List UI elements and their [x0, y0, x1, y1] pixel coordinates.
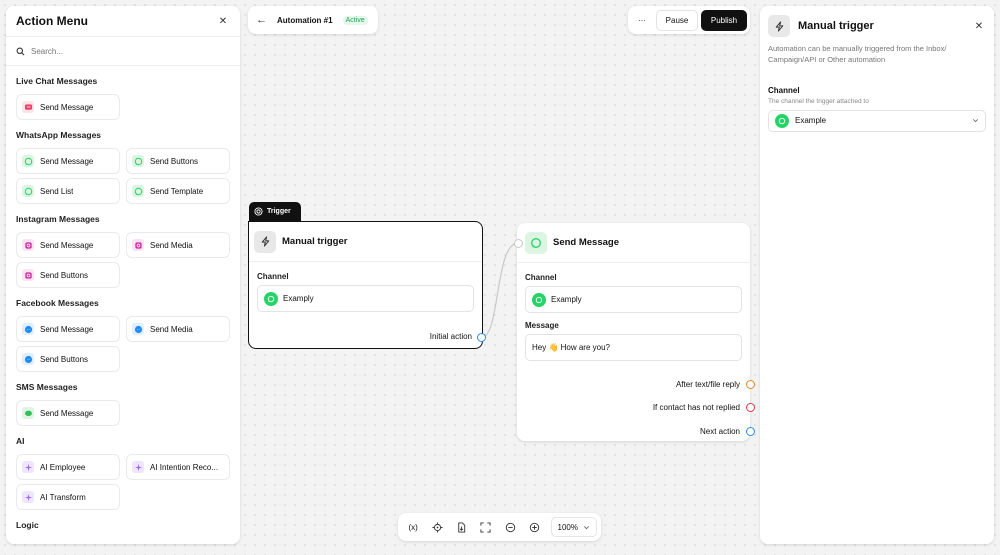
- variable-icon[interactable]: (x): [402, 517, 424, 537]
- trigger-tab: Trigger: [249, 202, 301, 221]
- channel-select-value: Example: [795, 116, 827, 126]
- fit-view-icon[interactable]: [475, 517, 497, 537]
- output-next-action-label: Next action: [699, 427, 740, 436]
- message-field[interactable]: Hey 👋 How are you?: [525, 334, 742, 361]
- initial-action-label: Initial action: [429, 332, 472, 341]
- properties-panel: Manual trigger ✕ Automation can be manua…: [760, 6, 994, 544]
- target-icon: [254, 207, 263, 216]
- send-node-header: Send Message: [517, 223, 750, 263]
- next-action-handle[interactable]: [746, 427, 755, 436]
- zoom-select[interactable]: 100%: [550, 517, 597, 537]
- trigger-tab-label: Trigger: [267, 208, 291, 215]
- export-icon[interactable]: [451, 517, 473, 537]
- properties-header: Manual trigger ✕: [768, 10, 986, 42]
- channel-label: Channel: [768, 85, 800, 95]
- chevron-down-icon: [583, 525, 589, 529]
- not-replied-handle[interactable]: [746, 403, 755, 412]
- trigger-node-header: Manual trigger: [249, 222, 482, 262]
- lightning-icon: [768, 15, 790, 37]
- after-reply-handle[interactable]: [746, 380, 755, 389]
- channel-field[interactable]: Examply: [525, 286, 742, 313]
- canvas-toolbar: (x) 100%: [398, 513, 601, 541]
- channel-label: Channel: [525, 273, 557, 282]
- channel-select[interactable]: Example: [768, 109, 986, 132]
- locate-icon[interactable]: [426, 517, 448, 537]
- message-value: Hey 👋 How are you?: [532, 343, 610, 352]
- trigger-node-title: Manual trigger: [282, 236, 348, 247]
- whatsapp-icon: [264, 291, 278, 306]
- output-not-replied-label: If contact has not replied: [652, 403, 740, 412]
- whatsapp-icon: [532, 292, 546, 307]
- zoom-value: 100%: [557, 522, 578, 532]
- output-after-reply-label: After text/file reply: [675, 380, 740, 389]
- trigger-node[interactable]: Manual trigger Channel Examply Initial a…: [248, 221, 483, 349]
- initial-action-handle[interactable]: [477, 333, 486, 342]
- zoom-in-icon[interactable]: [523, 517, 545, 537]
- properties-title: Manual trigger: [798, 20, 874, 32]
- send-message-node[interactable]: Send Message Channel Examply Message Hey…: [517, 223, 750, 441]
- channel-help-text: The channel the trigger attached to: [768, 97, 869, 105]
- chevron-down-icon: [973, 119, 978, 123]
- channel-value: Examply: [551, 295, 582, 304]
- channel-field[interactable]: Examply: [257, 285, 474, 312]
- whatsapp-icon: [525, 231, 547, 254]
- channel-value: Examply: [283, 294, 314, 303]
- close-icon[interactable]: ✕: [972, 19, 986, 33]
- lightning-icon: [254, 230, 276, 253]
- zoom-out-icon[interactable]: [499, 517, 521, 537]
- send-node-input-handle[interactable]: [514, 239, 523, 248]
- message-label: Message: [525, 321, 559, 330]
- send-node-title: Send Message: [553, 237, 619, 248]
- channel-label: Channel: [257, 272, 289, 281]
- whatsapp-icon: [775, 113, 789, 128]
- properties-description: Automation can be manually triggered fro…: [768, 44, 947, 64]
